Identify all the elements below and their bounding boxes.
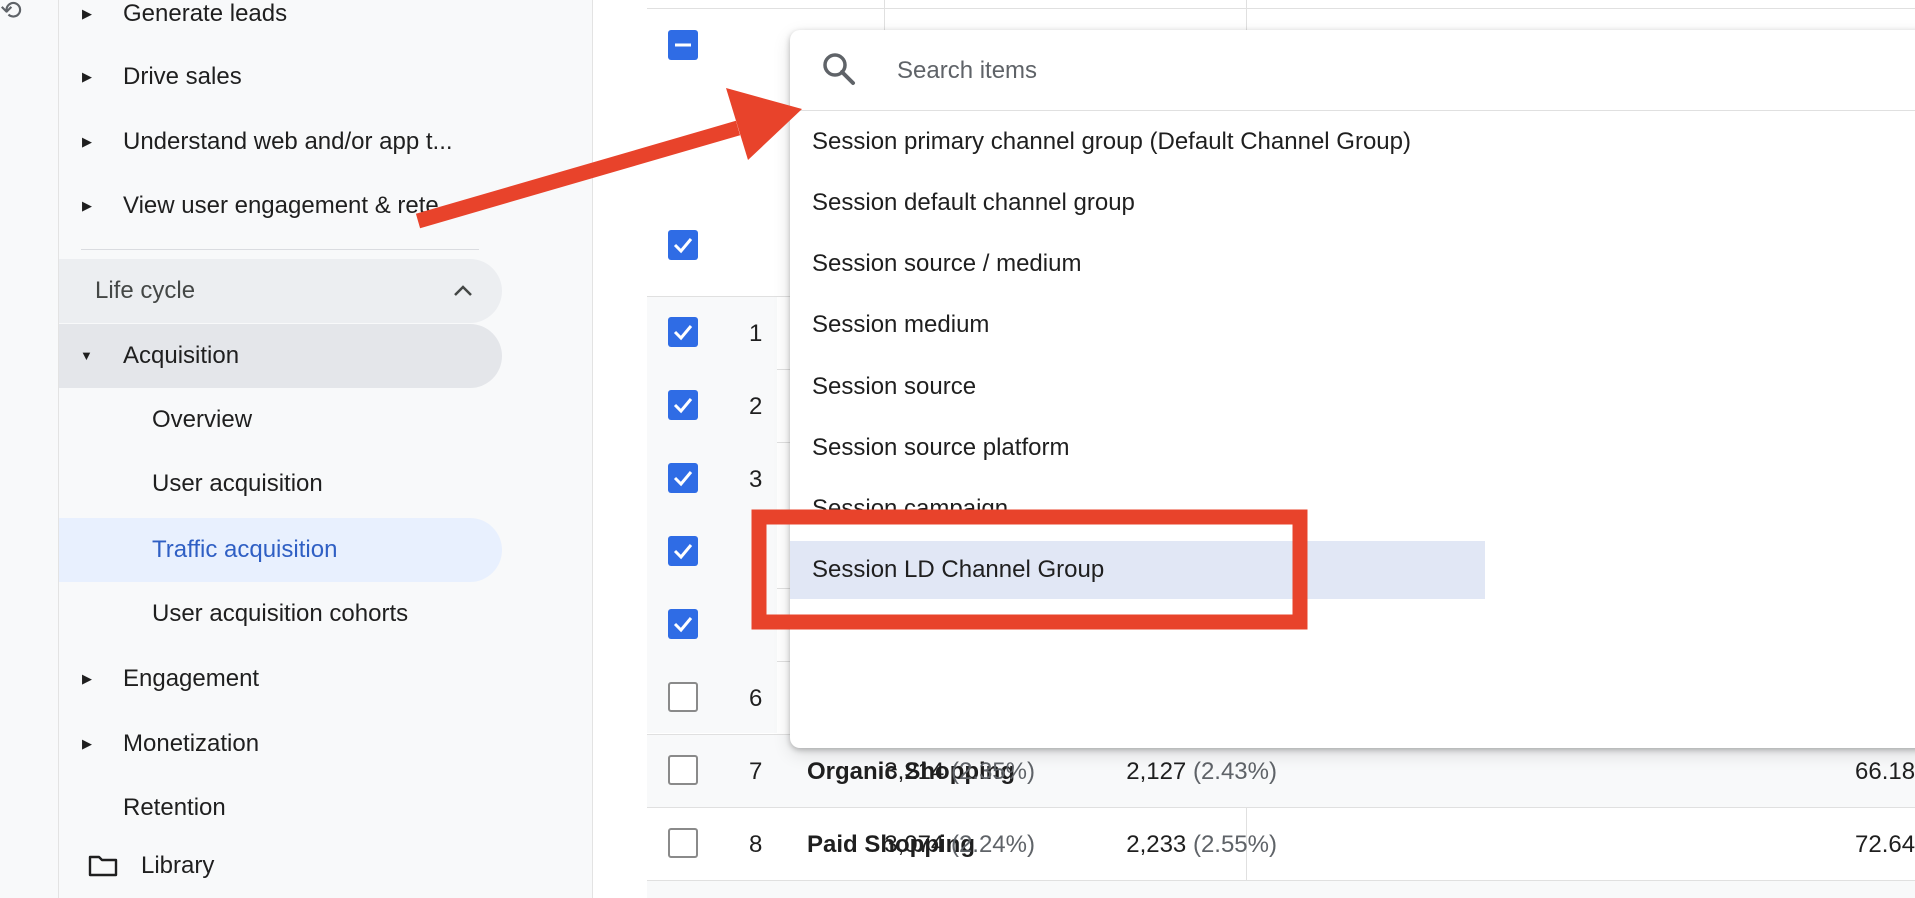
check-icon bbox=[673, 544, 693, 560]
expand-arrow-icon: ▶ bbox=[82, 198, 92, 213]
row-checkbox[interactable] bbox=[668, 828, 698, 858]
users-value: 3,074 bbox=[884, 831, 945, 858]
sessions-cell: 2,127 (2.43%) bbox=[1126, 758, 1277, 786]
sidebar-item-acquisition[interactable]: ▼ Acquisition bbox=[59, 324, 502, 388]
row-checkbox[interactable] bbox=[668, 755, 698, 785]
sidebar-item-label: View user engagement & rete... bbox=[123, 192, 459, 219]
search-row bbox=[790, 30, 1915, 111]
row-number: 3 bbox=[749, 466, 763, 493]
left-rail: ⟲ bbox=[0, 0, 59, 898]
users-cell: 3,214 (2.35%) bbox=[884, 758, 1035, 786]
users-cell: 3,074 (2.24%) bbox=[884, 831, 1035, 859]
row-number: 6 bbox=[749, 685, 763, 712]
row-checkbox[interactable] bbox=[668, 317, 698, 347]
option-label: Session campaign bbox=[812, 495, 1009, 519]
section-header-life-cycle[interactable]: Life cycle bbox=[59, 259, 502, 323]
sidebar-nav: ▶ Generate leads ▶ Drive sales ▶ Underst… bbox=[59, 0, 593, 898]
users-value: 3,214 bbox=[884, 758, 945, 785]
sidebar-item-label: Retention bbox=[123, 794, 226, 821]
sidebar-item-label: Generate leads bbox=[123, 0, 288, 27]
sidebar-item-label: Library bbox=[141, 852, 215, 879]
row-number: 1 bbox=[749, 320, 763, 347]
search-input[interactable] bbox=[895, 52, 1599, 90]
option-label: Session default channel group bbox=[812, 189, 1135, 216]
dropdown-option[interactable]: Session medium bbox=[790, 295, 1485, 355]
analytics-logo-icon[interactable]: ⟲ bbox=[0, 0, 30, 26]
row-checkbox[interactable] bbox=[668, 390, 698, 420]
sidebar-item-label: Overview bbox=[152, 406, 253, 433]
sidebar-item-label: Monetization bbox=[123, 730, 260, 757]
sessions-value: 2,233 bbox=[1126, 831, 1187, 858]
expand-arrow-icon: ▶ bbox=[82, 736, 92, 751]
check-icon bbox=[673, 617, 693, 633]
row-checkbox[interactable] bbox=[668, 682, 698, 712]
sidebar-item-label: Acquisition bbox=[123, 342, 240, 369]
dimension-dropdown-menu: Session primary channel group (Default C… bbox=[790, 30, 1915, 748]
sidebar-item-label: Engagement bbox=[123, 665, 260, 692]
search-icon bbox=[823, 53, 855, 85]
dropdown-option-highlighted[interactable]: Session LD Channel Group bbox=[790, 541, 1485, 599]
users-percent: (2.24%) bbox=[950, 831, 1035, 858]
dropdown-option[interactable]: Session default channel group bbox=[790, 173, 1485, 233]
table-grid-line bbox=[647, 807, 1915, 808]
sessions-percent: (2.55%) bbox=[1192, 831, 1277, 858]
expand-arrow-icon: ▶ bbox=[82, 6, 92, 21]
expand-arrow-icon: ▶ bbox=[82, 69, 92, 84]
sessions-percent: (2.43%) bbox=[1192, 758, 1277, 785]
expand-arrow-icon: ▶ bbox=[82, 134, 92, 149]
collapse-arrow-icon: ▼ bbox=[80, 348, 93, 363]
row-number: 8 bbox=[749, 831, 763, 858]
expand-arrow-icon: ▶ bbox=[82, 671, 92, 686]
table-grid-line bbox=[884, 0, 885, 30]
option-label: Session source bbox=[812, 373, 977, 400]
table-grid-line bbox=[1246, 0, 1247, 30]
sidebar-item-label: Drive sales bbox=[123, 63, 242, 90]
table-grid-line bbox=[647, 8, 1915, 9]
row-number: 7 bbox=[749, 758, 763, 785]
sidebar-item-label: User acquisition bbox=[152, 470, 323, 497]
row-checkbox[interactable] bbox=[668, 536, 698, 566]
chevron-up-icon bbox=[454, 285, 472, 296]
sessions-value: 2,127 bbox=[1126, 758, 1187, 785]
option-label: Session LD Channel Group bbox=[812, 556, 1105, 583]
dropdown-option[interactable]: Session source platform bbox=[790, 418, 1485, 478]
check-icon bbox=[673, 238, 693, 254]
table-row-shade bbox=[647, 881, 1915, 898]
check-icon bbox=[673, 398, 693, 414]
row-number-column bbox=[647, 297, 777, 733]
metric-cell: 66.18 bbox=[1855, 758, 1915, 785]
check-icon bbox=[673, 471, 693, 487]
users-percent: (2.35%) bbox=[950, 758, 1035, 785]
row-number: 2 bbox=[749, 393, 763, 420]
row-checkbox[interactable] bbox=[668, 609, 698, 639]
minus-icon bbox=[675, 43, 691, 47]
dropdown-option[interactable]: Session source / medium bbox=[790, 234, 1485, 294]
folder-icon bbox=[88, 855, 118, 877]
sidebar-item-label: Understand web and/or app t... bbox=[123, 128, 453, 155]
sidebar-item-traffic-acquisition[interactable]: Traffic acquisition bbox=[59, 518, 502, 582]
option-label: Session source / medium bbox=[812, 250, 1082, 277]
dropdown-option[interactable]: Session campaign bbox=[790, 479, 1485, 519]
option-label: Session medium bbox=[812, 311, 990, 338]
option-label: Session primary channel group (Default C… bbox=[812, 128, 1411, 155]
metric-cell: 72.64 bbox=[1855, 831, 1915, 858]
select-all-checkbox-indeterminate[interactable] bbox=[668, 30, 698, 60]
select-all-checkbox[interactable] bbox=[668, 230, 698, 260]
sidebar-item-label: Traffic acquisition bbox=[152, 536, 338, 563]
sidebar-item-label: User acquisition cohorts bbox=[152, 600, 409, 627]
row-checkbox[interactable] bbox=[668, 463, 698, 493]
check-icon bbox=[673, 325, 693, 341]
option-label: Session source platform bbox=[812, 434, 1070, 461]
sessions-cell: 2,233 (2.55%) bbox=[1126, 831, 1277, 859]
dropdown-option[interactable]: Session primary channel group (Default C… bbox=[790, 112, 1485, 172]
sidebar-divider bbox=[81, 249, 479, 250]
dropdown-option[interactable]: Session source bbox=[790, 357, 1485, 417]
section-label: Life cycle bbox=[95, 277, 196, 304]
